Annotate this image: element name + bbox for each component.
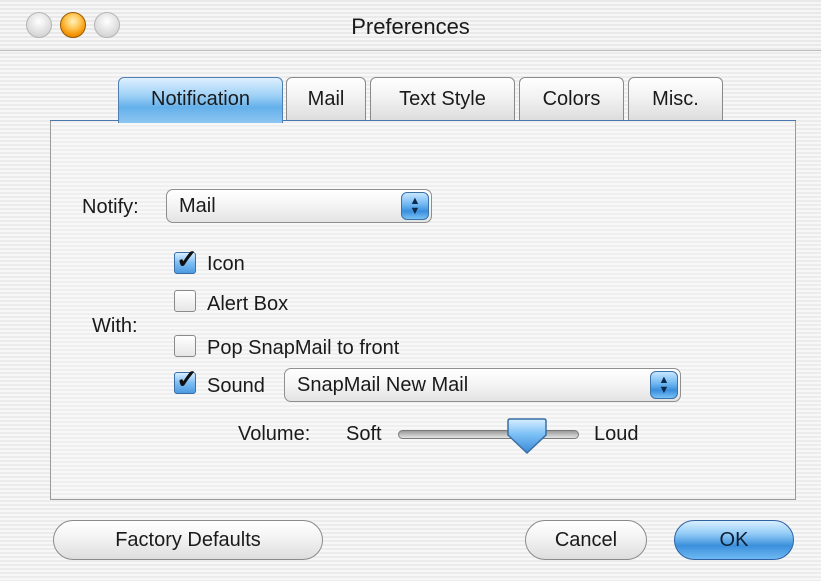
- alert-box-checkbox[interactable]: [174, 290, 196, 312]
- popup-arrows-icon: ▲ ▼: [401, 192, 429, 220]
- checkmark-icon: ✓: [176, 364, 198, 394]
- volume-loud-label: Loud: [594, 423, 639, 445]
- alert-box-checkbox-label: Alert Box: [207, 293, 289, 315]
- tab-mail[interactable]: Mail: [286, 77, 366, 121]
- notify-label: Notify:: [82, 196, 139, 218]
- notify-popup[interactable]: Mail ▲ ▼: [166, 189, 432, 223]
- tab-notification[interactable]: Notification: [118, 77, 283, 123]
- volume-slider-track[interactable]: [398, 430, 579, 439]
- preferences-window: Preferences Notification Mail Text Style…: [0, 0, 821, 581]
- tab-text-style[interactable]: Text Style: [370, 77, 515, 121]
- sound-checkbox-label: Sound: [207, 375, 265, 397]
- tab-misc[interactable]: Misc.: [628, 77, 723, 121]
- icon-checkbox-label: Icon: [207, 253, 245, 275]
- cancel-button[interactable]: Cancel: [525, 520, 647, 560]
- sound-popup[interactable]: SnapMail New Mail ▲ ▼: [284, 368, 681, 402]
- tab-panel-notification: [50, 121, 796, 500]
- tab-colors[interactable]: Colors: [519, 77, 624, 121]
- icon-checkbox[interactable]: ✓: [174, 244, 198, 274]
- popup-arrows-icon: ▲ ▼: [650, 371, 678, 399]
- sound-checkbox[interactable]: ✓: [174, 364, 198, 394]
- volume-label: Volume:: [238, 423, 311, 445]
- volume-slider-thumb[interactable]: [506, 417, 548, 455]
- factory-defaults-button[interactable]: Factory Defaults: [53, 520, 323, 560]
- checkmark-icon: ✓: [176, 244, 198, 274]
- window-title: Preferences: [351, 14, 470, 39]
- sound-popup-value: SnapMail New Mail: [297, 374, 469, 396]
- notify-popup-value: Mail: [179, 195, 216, 217]
- volume-soft-label: Soft: [346, 423, 382, 445]
- pop-to-front-checkbox-label: Pop SnapMail to front: [207, 337, 400, 359]
- ok-button[interactable]: OK: [674, 520, 794, 560]
- title-bar: Preferences: [0, 0, 821, 51]
- with-label: With:: [92, 315, 138, 337]
- pop-to-front-checkbox[interactable]: [174, 335, 196, 357]
